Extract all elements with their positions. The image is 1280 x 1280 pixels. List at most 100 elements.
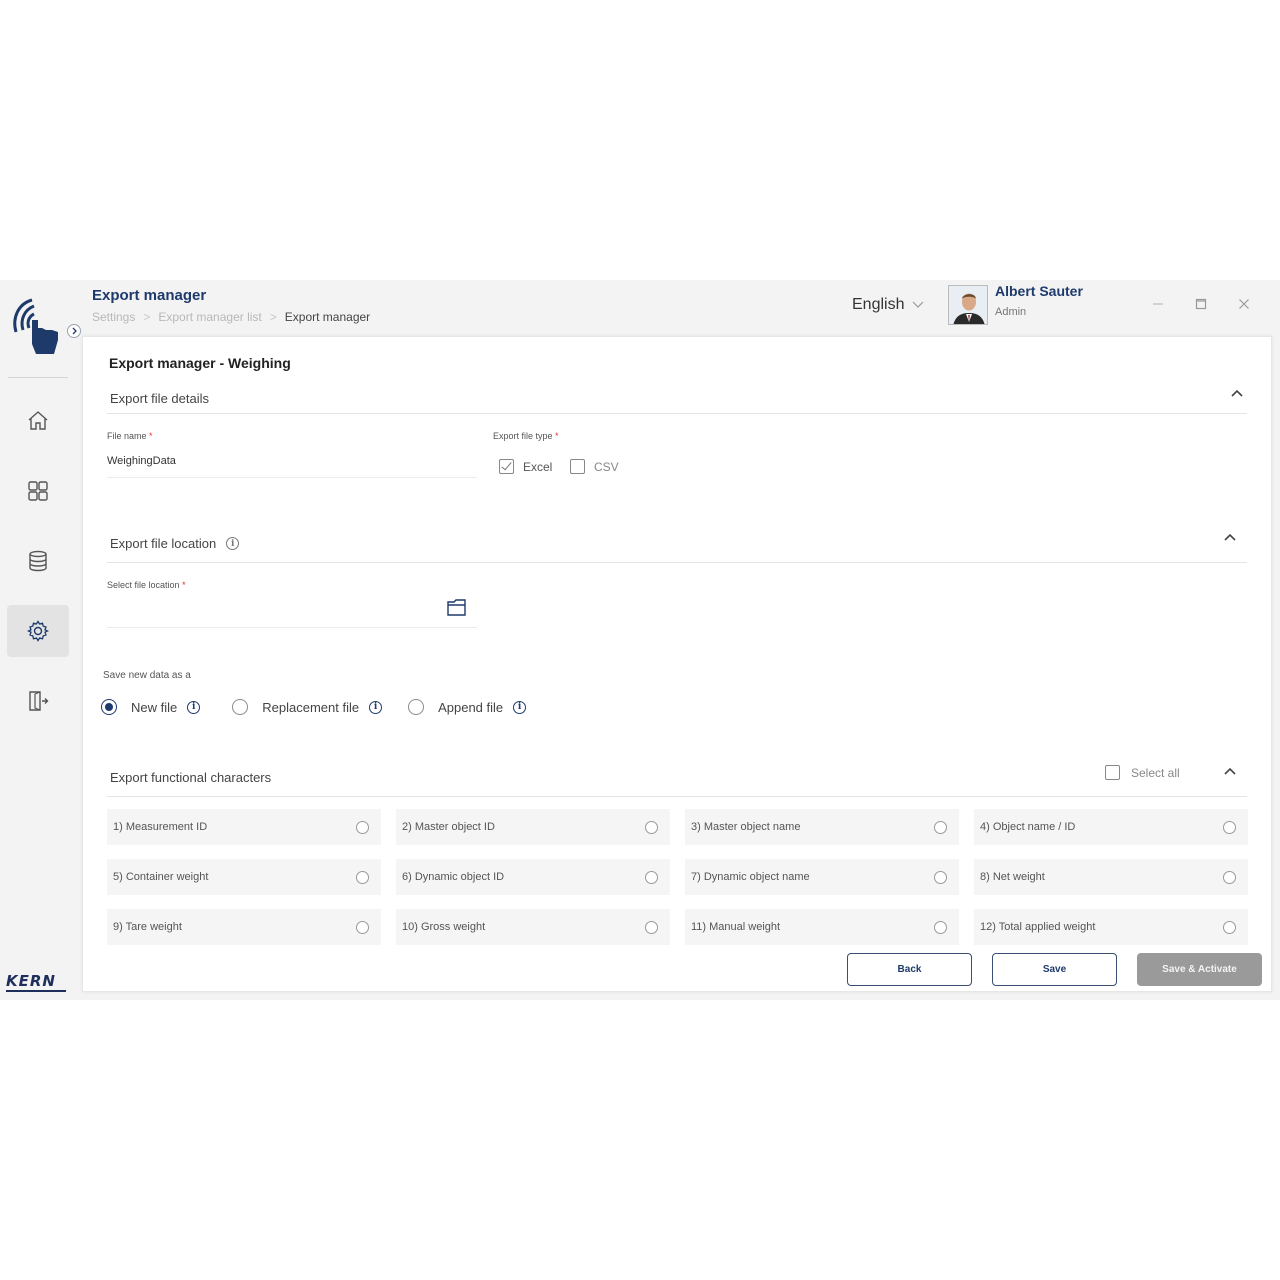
radio-append-file[interactable] <box>408 699 425 715</box>
character-label: 5) Container weight <box>113 871 209 883</box>
character-label: 12) Total applied weight <box>980 921 1096 933</box>
close-icon <box>1239 299 1249 309</box>
file-name-label: File name * <box>107 431 153 441</box>
maximize-button[interactable] <box>1193 296 1209 312</box>
back-button[interactable]: Back <box>847 953 972 986</box>
breadcrumb-current: Export manager <box>284 310 371 324</box>
character-label: 9) Tare weight <box>113 921 182 933</box>
section-divider <box>107 562 1247 563</box>
home-icon <box>28 411 48 430</box>
character-label: 10) Gross weight <box>402 921 486 933</box>
nav-settings[interactable] <box>7 605 69 657</box>
section-title: Export functional characters <box>110 770 272 785</box>
radio-empty-icon <box>356 920 369 934</box>
character-option[interactable]: 4) Object name / ID <box>974 809 1248 845</box>
csv-label: CSV <box>594 459 619 474</box>
character-label: 6) Dynamic object ID <box>402 871 505 883</box>
character-label: 8) Net weight <box>980 871 1045 883</box>
save-button[interactable]: Save <box>992 953 1117 986</box>
checkbox-empty-icon <box>570 459 585 474</box>
chevron-up-icon[interactable] <box>1223 765 1237 779</box>
minimize-icon <box>1153 303 1163 305</box>
select-all-checkbox[interactable]: Select all <box>1105 765 1180 780</box>
folder-icon[interactable] <box>446 598 468 618</box>
new-file-label: New file <box>131 699 178 715</box>
radio-empty-icon <box>1223 920 1236 934</box>
save-mode-label: Save new data as a <box>103 670 191 681</box>
chevron-down-icon <box>913 301 924 308</box>
functional-characters-grid: 1) Measurement ID 2) Master object ID 3)… <box>107 809 1249 945</box>
select-all-label: Select all <box>1131 765 1180 780</box>
breadcrumb-export-manager-list[interactable]: Export manager list <box>158 310 261 324</box>
checkbox-checked-icon <box>499 459 514 474</box>
nav-database[interactable] <box>7 535 69 587</box>
radio-replacement-file[interactable] <box>232 699 249 715</box>
nav-logout[interactable] <box>7 675 69 727</box>
checkbox-empty-icon <box>1105 765 1120 780</box>
header: Export manager Settings > Export manager… <box>76 280 1280 336</box>
section-title: Export file details <box>110 391 209 406</box>
file-location-underline <box>107 627 477 628</box>
replacement-file-label: Replacement file <box>262 699 360 715</box>
section-divider <box>107 413 1247 414</box>
csv-checkbox[interactable]: CSV <box>570 459 619 474</box>
info-icon[interactable]: i <box>226 537 240 550</box>
info-icon[interactable]: i <box>513 700 527 714</box>
chevron-up-icon[interactable] <box>1223 531 1237 545</box>
minimize-button[interactable] <box>1150 296 1166 312</box>
settings-icon <box>26 620 50 642</box>
nav-dashboard[interactable] <box>7 465 69 517</box>
save-activate-button[interactable]: Save & Activate <box>1137 953 1262 986</box>
excel-checkbox[interactable]: Excel <box>499 459 552 474</box>
dashboard-icon <box>28 481 48 501</box>
info-icon[interactable]: i <box>369 700 383 714</box>
file-name-input[interactable]: WeighingData <box>107 455 176 467</box>
section-export-file-details: Export file details <box>110 391 209 406</box>
file-name-underline <box>107 477 477 478</box>
character-option[interactable]: 12) Total applied weight <box>974 909 1248 945</box>
user-role: Admin <box>995 306 1027 318</box>
character-option[interactable]: 9) Tare weight <box>107 909 381 945</box>
database-icon <box>29 550 47 572</box>
user-name: Albert Sauter <box>995 283 1083 299</box>
character-option[interactable]: 10) Gross weight <box>396 909 670 945</box>
info-icon[interactable]: i <box>187 700 201 714</box>
character-label: 3) Master object name <box>691 821 801 833</box>
character-option[interactable]: 5) Container weight <box>107 859 381 895</box>
section-export-file-location: Export file location i <box>110 536 240 551</box>
avatar[interactable] <box>948 285 988 325</box>
character-option[interactable]: 2) Master object ID <box>396 809 670 845</box>
radio-empty-icon <box>645 820 658 834</box>
section-export-functional-characters: Export functional characters <box>110 770 271 785</box>
select-file-location-label: Select file location * <box>107 580 186 590</box>
radio-new-file[interactable] <box>101 699 117 715</box>
language-select[interactable]: English <box>852 296 924 314</box>
nav-home[interactable] <box>7 395 69 447</box>
character-label: 7) Dynamic object name <box>691 871 810 883</box>
radio-empty-icon <box>356 870 369 884</box>
kern-brand-logo: KERN <box>6 972 56 990</box>
character-option[interactable]: 1) Measurement ID <box>107 809 381 845</box>
excel-label: Excel <box>523 459 553 474</box>
character-option[interactable]: 6) Dynamic object ID <box>396 859 670 895</box>
section-title: Export file location <box>110 536 217 551</box>
character-option[interactable]: 3) Master object name <box>685 809 959 845</box>
export-manager-card: Export manager - Weighing Export file de… <box>82 336 1272 992</box>
breadcrumb: Settings > Export manager list > Export … <box>92 310 370 324</box>
radio-empty-icon <box>934 820 947 834</box>
sidebar: KERN <box>0 280 81 1000</box>
export-file-type-label: Export file type * <box>493 431 559 441</box>
character-option[interactable]: 8) Net weight <box>974 859 1248 895</box>
character-label: 4) Object name / ID <box>980 821 1076 833</box>
app-window: KERN Export manager Settings > Export ma… <box>0 280 1280 1000</box>
radio-empty-icon <box>645 870 658 884</box>
radio-empty-icon <box>934 870 947 884</box>
character-option[interactable]: 11) Manual weight <box>685 909 959 945</box>
character-option[interactable]: 7) Dynamic object name <box>685 859 959 895</box>
close-button[interactable] <box>1236 296 1252 312</box>
radio-empty-icon <box>1223 820 1236 834</box>
page-title: Export manager <box>92 287 207 304</box>
breadcrumb-settings[interactable]: Settings <box>92 310 135 324</box>
chevron-up-icon[interactable] <box>1230 387 1244 401</box>
radio-empty-icon <box>934 920 947 934</box>
